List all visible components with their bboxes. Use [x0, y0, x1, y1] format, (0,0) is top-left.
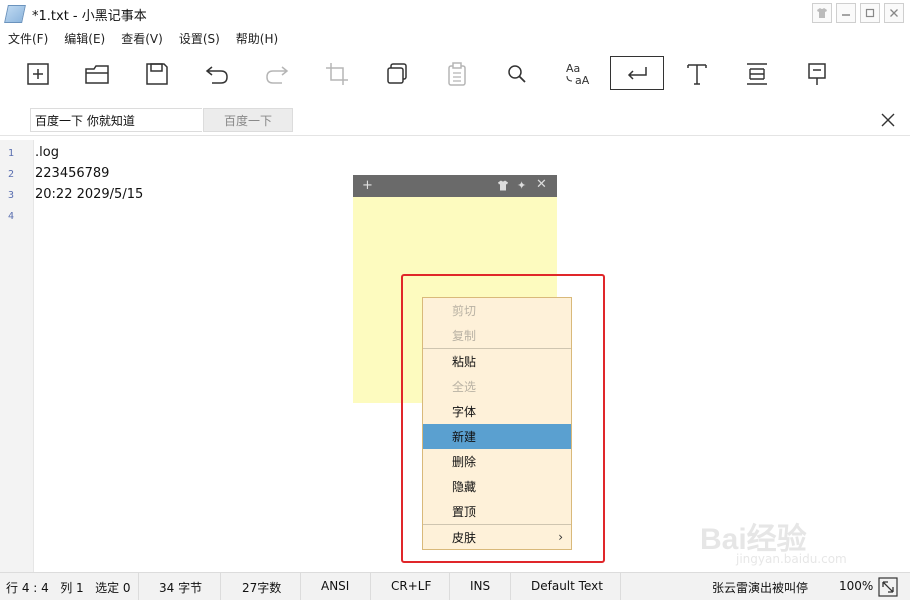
close-search-icon[interactable] [878, 110, 898, 130]
replace-text-icon: AaaA [566, 62, 590, 87]
sticky-note-header[interactable]: + ✦ ✕ [353, 175, 557, 197]
editor-line[interactable]: 223456789 [35, 166, 109, 181]
status-style: Default Text [531, 579, 603, 593]
pin-icon[interactable]: ✦ [517, 179, 526, 192]
line-spacing-button[interactable] [737, 56, 777, 92]
menu-bar: 文件(F) 编辑(E) 查看(V) 设置(S) 帮助(H) [0, 28, 278, 48]
status-divider [300, 573, 301, 600]
line-number: 4 [8, 211, 15, 222]
editor-line[interactable]: 20:22 2029/5/15 [35, 187, 143, 202]
save-icon [146, 63, 168, 85]
search-bar: 百度一下 [0, 106, 910, 136]
status-encoding[interactable]: ANSI [321, 579, 349, 593]
menu-file[interactable]: 文件(F) [8, 30, 48, 47]
enter-wrap-icon [627, 67, 647, 80]
font-t-icon [687, 64, 707, 85]
save-button[interactable] [137, 56, 177, 92]
search-button[interactable]: 百度一下 [203, 108, 293, 132]
status-divider [370, 573, 371, 600]
notepad-app-icon [4, 5, 26, 23]
title-bar: *1.txt - 小黑记事本 [0, 0, 910, 28]
undo-icon [205, 66, 228, 84]
status-news-marquee[interactable]: 张云雷演出被叫停 [712, 579, 808, 596]
status-zoom[interactable]: 100% [839, 579, 873, 593]
menu-settings[interactable]: 设置(S) [179, 30, 220, 47]
line-number: 1 [8, 148, 15, 159]
redo-icon [266, 66, 289, 84]
paste-button[interactable] [437, 56, 477, 92]
menu-help[interactable]: 帮助(H) [236, 30, 278, 47]
close-note-icon[interactable]: ✕ [536, 177, 547, 192]
status-divider [220, 573, 221, 600]
status-char-count: 27字数 [242, 581, 282, 595]
redo-button[interactable] [257, 56, 297, 92]
resize-grip-icon[interactable] [878, 577, 898, 597]
pin-icon [808, 63, 826, 85]
status-bar: 行 4 : 4 列 1 选定 0 34 字节 27字数 ANSI CR+LF I… [0, 572, 910, 600]
line-number: 3 [8, 190, 15, 201]
window-title: *1.txt - 小黑记事本 [32, 8, 147, 24]
new-file-icon [27, 63, 49, 85]
word-wrap-button[interactable] [610, 56, 664, 90]
open-folder-icon [85, 65, 109, 84]
skin-shirt-icon[interactable] [812, 3, 832, 23]
status-insert-mode[interactable]: INS [470, 579, 490, 593]
menu-view[interactable]: 查看(V) [121, 30, 163, 47]
line-number: 2 [8, 169, 15, 180]
find-button[interactable] [497, 56, 537, 92]
baidu-jingyan-watermark: Bai经验 jingyan.baidu.com [700, 494, 870, 566]
search-input[interactable] [30, 108, 202, 132]
editor-line[interactable]: .log [35, 145, 59, 160]
svg-text:aA: aA [575, 74, 590, 87]
watermark-url: jingyan.baidu.com [736, 552, 847, 566]
pin-note-button[interactable] [797, 56, 837, 92]
add-note-icon[interactable]: + [362, 178, 373, 193]
menu-edit[interactable]: 编辑(E) [64, 30, 105, 47]
window-controls [812, 3, 904, 23]
undo-button[interactable] [197, 56, 237, 92]
status-divider [449, 573, 450, 600]
line-number-gutter: 1 2 3 4 [0, 140, 34, 572]
minimize-icon[interactable] [836, 3, 856, 23]
crop-cut-icon [326, 63, 348, 85]
open-file-button[interactable] [77, 56, 117, 92]
status-divider [510, 573, 511, 600]
copy-button[interactable] [377, 56, 417, 92]
skin-shirt-icon[interactable] [497, 180, 509, 191]
new-file-button[interactable] [18, 56, 58, 92]
status-divider [138, 573, 139, 600]
status-cursor-position: 行 4 : 4 列 1 选定 0 [6, 581, 131, 595]
search-icon [508, 65, 526, 83]
copy-icon [387, 63, 407, 84]
status-divider [620, 573, 621, 600]
status-line-ending[interactable]: CR+LF [391, 579, 431, 593]
close-icon[interactable] [884, 3, 904, 23]
replace-button[interactable]: Aa aA [557, 56, 597, 92]
maximize-icon[interactable] [860, 3, 880, 23]
cut-button[interactable] [317, 56, 357, 92]
highlight-box [401, 274, 605, 563]
clipboard-icon [448, 62, 466, 86]
status-bytes: 34 字节 [159, 581, 203, 595]
font-button[interactable] [677, 56, 717, 92]
spacing-icon [747, 63, 767, 85]
toolbar: Aa aA [0, 52, 910, 96]
